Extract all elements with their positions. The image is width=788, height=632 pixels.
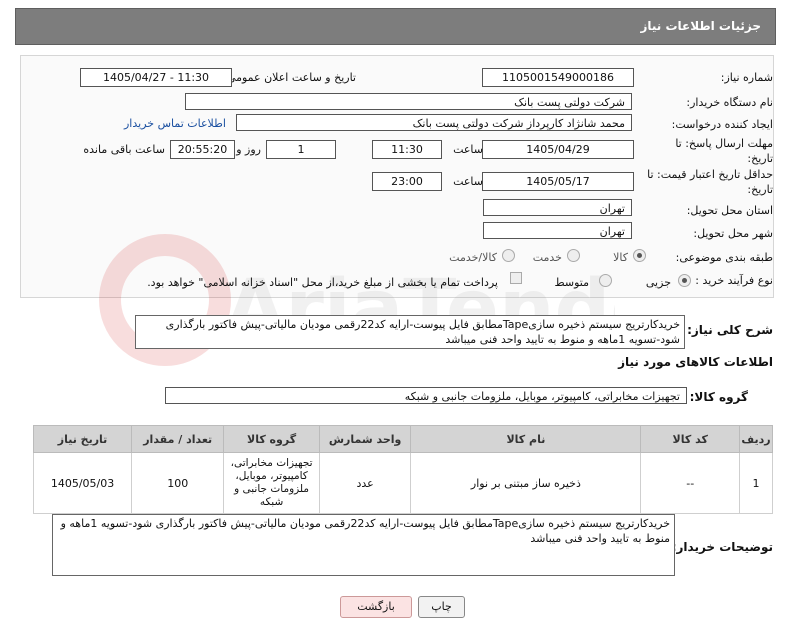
col-name: نام کالا xyxy=(410,425,642,453)
col-qty: تعداد / مقدار xyxy=(131,425,225,453)
cell-qty: 100 xyxy=(131,452,225,514)
cell-date: 1405/05/03 xyxy=(32,452,133,514)
category-goods-radio[interactable] xyxy=(633,249,646,262)
validity-time-field[interactable]: 23:00 xyxy=(372,172,442,191)
col-date: تاریخ نیاز xyxy=(32,425,133,453)
category-service-radio[interactable] xyxy=(567,249,580,262)
category-service-label: خدمت xyxy=(532,251,562,264)
cell-code: -- xyxy=(640,452,741,514)
cell-group: تجهیزات مخابراتی، کامپیوتر، موبایل، ملزو… xyxy=(223,452,320,514)
city-label: شهر محل تحویل: xyxy=(693,227,773,240)
table-header-row: ردیف کد کالا نام کالا واحد شمارش گروه کا… xyxy=(32,425,773,453)
cell-unit: عدد xyxy=(318,452,412,514)
summary-label: شرح کلی نیاز: xyxy=(687,323,773,337)
category-both-label: کالا/خدمت xyxy=(449,251,497,264)
process-medium-label: متوسط xyxy=(554,276,589,289)
col-code: کد کالا xyxy=(640,425,741,453)
category-goods-label: کالا xyxy=(613,251,628,264)
goods-group-field[interactable]: تجهیزات مخابراتی، کامپیوتر، موبایل، ملزو… xyxy=(165,387,687,404)
goods-section-title: اطلاعات کالاهای مورد نیاز xyxy=(618,355,773,369)
category-label: طبقه بندی موضوعی: xyxy=(675,251,773,264)
print-button[interactable]: چاپ xyxy=(418,596,465,618)
requester-label: ایجاد کننده درخواست: xyxy=(671,118,773,131)
process-medium-radio[interactable] xyxy=(599,274,612,287)
process-minor-label: جزیی xyxy=(645,276,671,289)
announce-label: تاریخ و ساعت اعلان عمومی: xyxy=(223,71,356,84)
goods-group-label: گروه کالا: xyxy=(689,390,748,404)
cell-name: ذخیره ساز مبتنی بر نوار xyxy=(410,452,642,514)
deadline-time-label: ساعت xyxy=(453,143,483,156)
validity-label: حداقل تاریخ اعتبار قیمت: تا تاریخ: xyxy=(647,168,773,196)
contact-link[interactable]: اطلاعات تماس خریدار xyxy=(124,117,226,130)
table-row[interactable]: 1 -- ذخیره ساز مبتنی بر نوار عدد تجهیزات… xyxy=(32,452,773,514)
category-both-radio[interactable] xyxy=(502,249,515,262)
goods-table: ردیف کد کالا نام کالا واحد شمارش گروه کا… xyxy=(32,425,773,514)
deadline-date-field[interactable]: 1405/04/29 xyxy=(482,140,634,159)
treasury-payment-checkbox[interactable] xyxy=(510,272,522,284)
col-group: گروه کالا xyxy=(223,425,320,453)
buyer-org-label: نام دستگاه خریدار: xyxy=(686,96,773,109)
col-unit: واحد شمارش xyxy=(318,425,412,453)
process-minor-radio[interactable] xyxy=(678,274,691,287)
validity-date-field[interactable]: 1405/05/17 xyxy=(482,172,634,191)
buyer-notes-label: توضیحات خریدار: xyxy=(671,540,773,554)
back-button[interactable]: بازگشت xyxy=(340,596,412,618)
province-field[interactable]: تهران xyxy=(483,199,632,216)
days-label: روز و xyxy=(236,143,261,156)
city-field[interactable]: تهران xyxy=(483,222,632,239)
summary-textarea[interactable]: خریدکارتریج سیستم ذخیره سازیTapeمطابق فا… xyxy=(135,315,685,349)
days-field[interactable]: 1 xyxy=(266,140,336,159)
validity-time-label: ساعت xyxy=(453,175,483,188)
page-title: جزئیات اطلاعات نیاز xyxy=(640,19,761,33)
requester-field[interactable]: محمد شانژاد کارپرداز شرکت دولتی پست بانک xyxy=(236,114,632,131)
buyer-notes-textarea[interactable]: خریدکارتریج سیستم ذخیره سازیTapeمطابق فا… xyxy=(52,514,675,576)
deadline-time-field[interactable]: 11:30 xyxy=(372,140,442,159)
deadline-label: مهلت ارسال پاسخ: تا تاریخ: xyxy=(675,137,773,165)
need-number-label: شماره نیاز: xyxy=(720,71,773,84)
announce-field[interactable]: 1405/04/27 - 11:30 xyxy=(80,68,232,87)
remaining-time-field[interactable]: 20:55:20 xyxy=(170,140,235,159)
province-label: استان محل تحویل: xyxy=(686,204,773,217)
cell-row: 1 xyxy=(739,452,773,514)
remaining-label: ساعت باقی مانده xyxy=(83,143,165,156)
buyer-org-field[interactable]: شرکت دولتی پست بانک xyxy=(185,93,632,110)
need-number-field[interactable]: 1105001549000186 xyxy=(482,68,634,87)
col-row: ردیف xyxy=(739,425,773,453)
treasury-payment-note: پرداخت تمام یا بخشی از مبلغ خرید،از محل … xyxy=(147,276,498,289)
page-header: جزئیات اطلاعات نیاز xyxy=(15,8,776,45)
process-label: نوع فرآیند خرید : xyxy=(695,274,773,287)
